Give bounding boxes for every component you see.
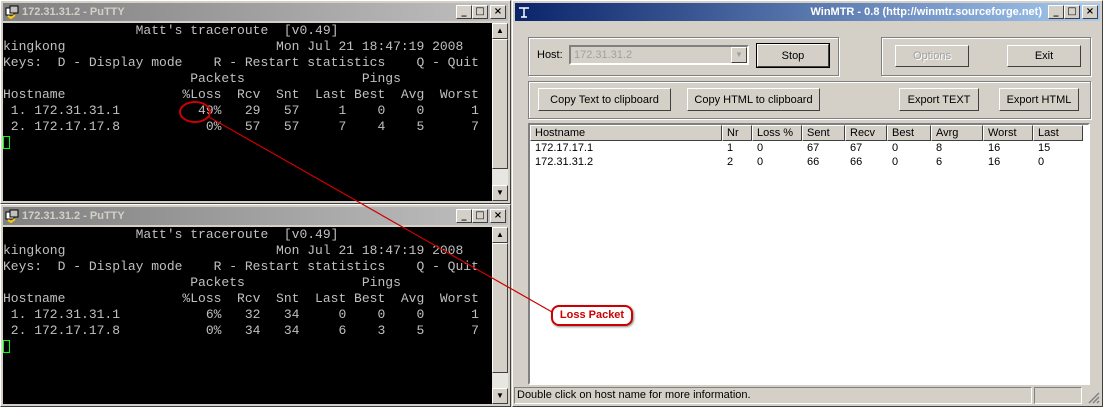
cell-nr: 2	[727, 156, 734, 168]
status-pane	[1034, 387, 1082, 404]
scroll-thumb[interactable]	[492, 39, 508, 169]
terminal-line: Packets Pings	[3, 71, 401, 86]
terminal-line: kingkong Mon Jul 21 18:47:19 2008	[3, 243, 464, 258]
maximize-icon[interactable]: □	[472, 209, 488, 223]
vertical-scrollbar[interactable]: ▲ ▼	[492, 227, 508, 404]
close-icon[interactable]: ×	[1082, 5, 1098, 19]
terminal-line: Packets Pings	[3, 275, 401, 290]
results-table[interactable]: Hostname Nr Loss % Sent Recv Best Avrg W…	[528, 123, 1090, 385]
host-label: Host:	[537, 49, 563, 61]
scroll-down-icon[interactable]: ▼	[492, 388, 508, 404]
column-header-worst[interactable]: Worst	[983, 125, 1033, 141]
putty-title: 172.31.31.2 - PuTTY	[22, 210, 125, 222]
host-combobox[interactable]: 172.31.31.2 ▼	[569, 45, 749, 65]
cell-worst: 16	[988, 142, 1001, 154]
cell-avrg: 6	[936, 156, 943, 168]
putty-titlebar-bottom[interactable]: 172.31.31.2 - PuTTY _ □ ×	[3, 207, 508, 225]
terminal-line: 1. 172.31.31.1 49% 29 57 1 0 0 1	[3, 103, 479, 118]
cell-sent: 66	[807, 156, 820, 168]
chevron-down-icon[interactable]: ▼	[731, 47, 747, 63]
terminal-line: kingkong Mon Jul 21 18:47:19 2008	[3, 39, 464, 54]
winmtr-window[interactable]: WinMTR - 0.8 (http://winmtr.sourceforge.…	[512, 0, 1103, 407]
cell-hostname: 172.31.31.2	[535, 156, 594, 168]
column-header-avrg[interactable]: Avrg	[931, 125, 983, 141]
cell-sent: 67	[807, 142, 820, 154]
minimize-icon[interactable]: _	[456, 209, 472, 223]
loss-packet-callout: Loss Packet	[551, 305, 633, 326]
winmtr-title: WinMTR - 0.8 (http://winmtr.sourceforge.…	[810, 6, 1042, 18]
putty-window-top[interactable]: 172.31.31.2 - PuTTY _ □ × Matt's tracero…	[0, 0, 511, 204]
terminal-line: 1. 172.31.31.1 6% 32 34 0 0 0 1	[3, 307, 479, 322]
column-header-sent[interactable]: Sent	[802, 125, 845, 141]
cell-nr: 1	[727, 142, 734, 154]
resize-grip-icon[interactable]	[1086, 390, 1100, 404]
export-text-button[interactable]: Export TEXT	[899, 88, 979, 111]
terminal-output[interactable]: Matt's traceroute [v0.49] kingkong Mon J…	[3, 227, 492, 404]
terminal-line: Hostname %Loss Rcv Snt Last Best Avg Wor…	[3, 87, 479, 102]
cell-best: 0	[892, 142, 899, 154]
column-header-hostname[interactable]: Hostname	[530, 125, 722, 141]
table-row[interactable]: 172.31.31.2 2 0 66 66 0 6 16 0	[530, 155, 1088, 169]
copy-html-button[interactable]: Copy HTML to clipboard	[687, 88, 820, 111]
close-icon[interactable]: ×	[490, 209, 506, 223]
terminal-cursor	[3, 136, 10, 150]
column-header-loss[interactable]: Loss %	[752, 125, 802, 141]
table-row[interactable]: 172.17.17.1 1 0 67 67 0 8 16 15	[530, 141, 1088, 155]
terminal-line: Hostname %Loss Rcv Snt Last Best Avg Wor…	[3, 291, 479, 306]
terminal-output[interactable]: Matt's traceroute [v0.49] kingkong Mon J…	[3, 23, 492, 201]
cell-loss: 0	[757, 142, 764, 154]
maximize-icon[interactable]: □	[472, 5, 488, 19]
winmtr-icon	[517, 5, 531, 19]
column-header-recv[interactable]: Recv	[845, 125, 887, 141]
close-icon[interactable]: ×	[490, 5, 506, 19]
host-value: 172.31.31.2	[574, 49, 633, 61]
terminal-cursor	[3, 340, 10, 354]
scroll-up-icon[interactable]: ▲	[492, 227, 508, 243]
loss-packet-label: Loss Packet	[559, 309, 625, 321]
stop-button[interactable]: Stop	[756, 43, 830, 68]
maximize-icon[interactable]: □	[1064, 5, 1080, 19]
minimize-icon[interactable]: _	[456, 5, 472, 19]
exit-button[interactable]: Exit	[1007, 45, 1081, 67]
terminal-line: Keys: D - Display mode R - Restart stati…	[3, 259, 479, 274]
scroll-thumb[interactable]	[492, 243, 508, 373]
cell-worst: 16	[988, 156, 1001, 168]
terminal-line	[3, 339, 492, 355]
column-header-best[interactable]: Best	[887, 125, 931, 141]
terminal-line: 2. 172.17.17.8 0% 34 34 6 3 5 7	[3, 323, 479, 338]
terminal-line: Keys: D - Display mode R - Restart stati…	[3, 55, 479, 70]
cell-recv: 66	[850, 156, 863, 168]
winmtr-titlebar[interactable]: WinMTR - 0.8 (http://winmtr.sourceforge.…	[515, 3, 1100, 21]
cell-best: 0	[892, 156, 899, 168]
cell-hostname: 172.17.17.1	[535, 142, 594, 154]
putty-icon	[5, 209, 19, 224]
status-text: Double click on host name for more infor…	[514, 387, 1032, 404]
vertical-scrollbar[interactable]: ▲ ▼	[492, 23, 508, 201]
putty-title: 172.31.31.2 - PuTTY	[22, 6, 125, 18]
scroll-down-icon[interactable]: ▼	[492, 185, 508, 201]
status-bar: Double click on host name for more infor…	[514, 387, 1100, 405]
options-button[interactable]: Options	[895, 45, 969, 67]
cell-last: 15	[1038, 142, 1051, 154]
minimize-icon[interactable]: _	[1048, 5, 1064, 19]
terminal-line	[3, 135, 492, 151]
cell-avrg: 8	[936, 142, 943, 154]
cell-loss: 0	[757, 156, 764, 168]
copy-text-button[interactable]: Copy Text to clipboard	[538, 88, 671, 111]
table-header: Hostname Nr Loss % Sent Recv Best Avrg W…	[530, 125, 1088, 141]
column-header-nr[interactable]: Nr	[722, 125, 752, 141]
terminal-line: Matt's traceroute [v0.49]	[3, 23, 339, 38]
terminal-line: 2. 172.17.17.8 0% 57 57 7 4 5 7	[3, 119, 479, 134]
column-header-last[interactable]: Last	[1033, 125, 1083, 141]
cell-recv: 67	[850, 142, 863, 154]
export-html-button[interactable]: Export HTML	[999, 88, 1079, 111]
cell-last: 0	[1038, 156, 1045, 168]
putty-window-bottom[interactable]: 172.31.31.2 - PuTTY _ □ × Matt's tracero…	[0, 204, 511, 407]
putty-icon	[5, 5, 19, 20]
terminal-line: Matt's traceroute [v0.49]	[3, 227, 339, 242]
putty-titlebar-top[interactable]: 172.31.31.2 - PuTTY _ □ ×	[3, 3, 508, 21]
scroll-up-icon[interactable]: ▲	[492, 23, 508, 39]
